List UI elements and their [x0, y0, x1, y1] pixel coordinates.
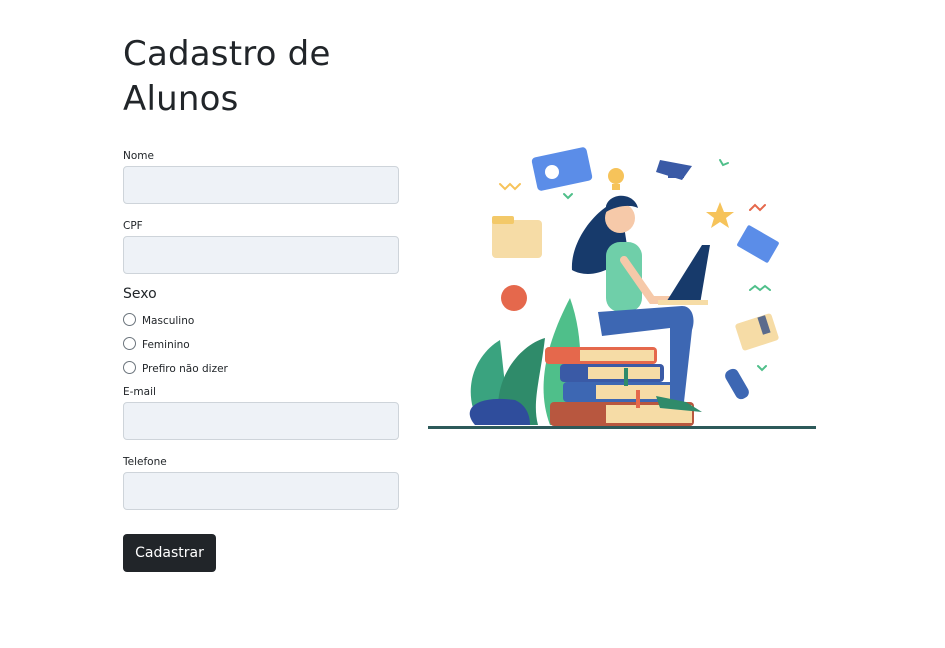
cpf-label: CPF: [123, 220, 143, 232]
student-illustration: [428, 147, 816, 429]
radio-button-icon[interactable]: [123, 312, 136, 326]
radio-prefiro-nao-dizer[interactable]: Prefiro não dizer: [123, 359, 228, 375]
lightbulb-icon: [608, 168, 624, 190]
radio-label-prefiro-nao-dizer: Prefiro não dizer: [142, 363, 228, 375]
id-card-icon: [531, 147, 593, 191]
sexo-label: Sexo: [123, 286, 157, 302]
telefone-label: Telefone: [123, 456, 167, 468]
form-column: Cadastro de Alunos: [123, 32, 399, 122]
radio-button-icon[interactable]: [123, 360, 136, 374]
envelope-icon: [737, 225, 779, 263]
cpf-input[interactable]: [123, 236, 399, 274]
nome-input[interactable]: [123, 166, 399, 204]
telefone-input[interactable]: [123, 472, 399, 510]
email-input[interactable]: [123, 402, 399, 440]
page-title: Cadastro de Alunos: [123, 34, 331, 119]
diploma-icon: [725, 368, 749, 400]
apple-icon: [501, 285, 527, 311]
star-icon: [706, 202, 734, 228]
email-label: E-mail: [123, 386, 156, 398]
radio-button-icon[interactable]: [123, 336, 136, 350]
ground-line: [428, 426, 816, 429]
radio-label-feminino: Feminino: [142, 339, 190, 351]
radio-feminino[interactable]: Feminino: [123, 335, 190, 351]
folder-icon: [492, 216, 542, 258]
radio-label-masculino: Masculino: [142, 315, 195, 327]
notes-icon: [735, 313, 779, 351]
nome-label: Nome: [123, 150, 154, 162]
graduation-cap-icon: [656, 160, 692, 180]
cadastrar-button[interactable]: Cadastrar: [123, 534, 216, 572]
radio-masculino[interactable]: Masculino: [123, 311, 194, 327]
